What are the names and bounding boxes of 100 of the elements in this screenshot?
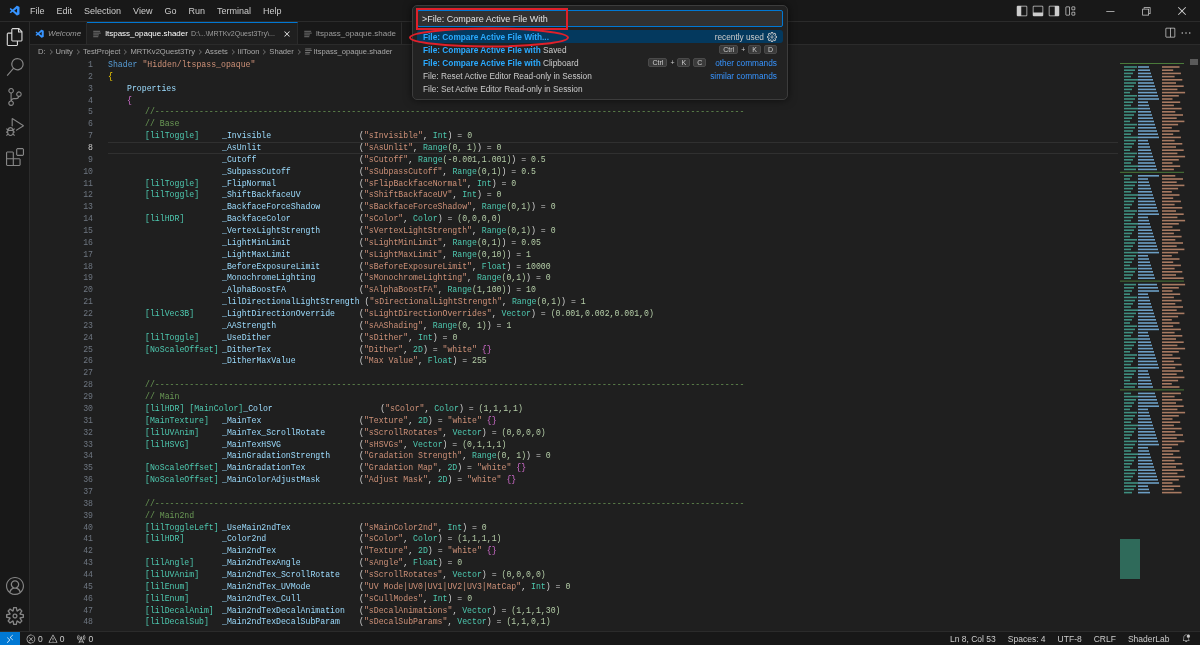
status-item[interactable]: ShaderLab [1121, 633, 1176, 644]
code-line: _lilDirectionalLightStrength ("sDirectionalLightStrength", Range(0,1)) = 1 [221, 296, 586, 309]
menu-item[interactable]: Help [256, 3, 288, 18]
code-line: Shader "Hidden/ltspass_opaque" [108, 59, 256, 71]
code-line: // Main [144, 391, 180, 403]
code-line: Properties [126, 82, 177, 95]
line-number: 33 [82, 438, 93, 451]
line-number: 7 [87, 130, 93, 142]
code-line: //------------------------------------------------------------------------------------------------------------------------ [144, 106, 745, 119]
code-line: _DitherMaxValue ("Max Value", Float) = 255 [221, 355, 487, 368]
line-number: 40 [82, 521, 93, 534]
menu-item[interactable]: Terminal [210, 3, 257, 18]
tab-label: ltspass_opaque.shade [315, 29, 397, 38]
status-item[interactable]: CRLF [1087, 633, 1122, 644]
warning-count[interactable]: 0 [59, 633, 65, 644]
line-number: 19 [82, 272, 93, 285]
code-line: { [126, 94, 132, 107]
line-number: 35 [82, 462, 93, 475]
code-line: [MainTexture] _MainTex ("Texture", 2D) = "white" {} [144, 414, 497, 427]
vscode-icon [35, 28, 45, 39]
line-number: 24 [82, 331, 93, 344]
run-debug-icon[interactable] [5, 118, 24, 136]
line-number: 16 [82, 236, 93, 249]
code-line: _AlphaBoostFA ("sAlphaBoostFA", Range(1,100)) = 10 [221, 284, 536, 297]
scrollbar-thumb[interactable] [1190, 59, 1198, 65]
account-icon[interactable] [5, 577, 24, 595]
code-line: [lilAngle] _Main2ndTexAngle ("sAngle", Float) = 0 [144, 557, 463, 569]
current-code-line: _AsUnlit ("sAsUnlit", Range(0, 1)) = 0 [108, 142, 1118, 154]
code-line: _VertexLightStrength ("sVertexLightStrength", Range(0,1)) = 0 [221, 225, 556, 237]
line-number: 20 [82, 284, 93, 297]
command-link[interactable]: other commands [715, 57, 777, 68]
line-number: 21 [82, 296, 93, 309]
code-line: [lilHDR] _Color2nd ("sColor", Color) = (1,1,1,1) [144, 533, 502, 546]
line-number: 4 [87, 94, 93, 107]
line-number: 44 [82, 568, 93, 581]
code-line: [lilToggle] _UseDither ("sDither", Int) = 0 [144, 331, 458, 344]
code-line: _LightMinLimit ("sLightMinLimit", Range(0,1)) = 0.05 [221, 236, 541, 249]
line-number: 10 [82, 165, 93, 178]
code-line: // Main2nd [144, 509, 195, 522]
code-line: [NoScaleOffset] _MainGradationTex ("Gradation Map", 2D) = "white" {} [144, 462, 527, 475]
line-number: 41 [82, 533, 93, 546]
code-line: _BeforeExposureLimit ("sBeforeExposureLimit", Float) = 10000 [221, 260, 551, 273]
source-control-icon[interactable] [5, 88, 24, 106]
code-line: _BackfaceForceShadow ("sBackfaceForceShadow", Range(0,1)) = 0 [221, 201, 556, 214]
error-count[interactable]: 0 [38, 633, 43, 644]
status-item[interactable]: Ln 8, Col 53 [943, 633, 1002, 644]
line-number: 28 [82, 379, 93, 392]
line-number: 30 [82, 402, 93, 415]
line-number: 27 [82, 367, 93, 380]
line-number: 5 [87, 106, 93, 119]
settings-icon[interactable] [5, 607, 24, 625]
line-number: 38 [82, 497, 93, 510]
command-item[interactable]: File: Compare Active File With... recently used [417, 30, 783, 43]
menu-item[interactable]: Run [182, 3, 211, 18]
menu-item[interactable]: Selection [78, 3, 128, 18]
menu-item[interactable]: Edit [50, 3, 79, 18]
ports-count[interactable]: 0 [88, 633, 94, 644]
line-number: 18 [82, 260, 93, 273]
status-item[interactable]: UTF-8 [1051, 633, 1088, 644]
command-link[interactable]: similar commands [710, 70, 777, 81]
tab-label: ltspass_opaque.shader [105, 29, 188, 38]
code-line: { [108, 70, 113, 83]
warning-icon[interactable] [47, 633, 58, 644]
code-line: _LightMaxLimit ("sLightMaxLimit", Range(0,10)) = 1 [221, 248, 531, 261]
radio-tower-icon[interactable] [76, 633, 87, 644]
code-line: _Cutoff ("sCutoff", Range(-0.001,1.001)) = 0.5 [221, 153, 546, 166]
command-item[interactable]: File: Reset Active Editor Read-only in Session similar commands [417, 69, 783, 82]
code-line: [lilEnum] _Main2ndTex_Cull ("sCullModes", Int) = 0 [144, 592, 473, 605]
line-number: 26 [82, 355, 93, 368]
error-icon[interactable] [26, 633, 36, 644]
menu-item[interactable]: View [127, 3, 159, 18]
code-line: [lilUVAnim] _Main2ndTex_ScrollRotate ("sScrollRotates", Vector) = (0,0,0,0) [144, 568, 546, 581]
menu-item[interactable]: Go [158, 3, 183, 18]
menu-item[interactable]: File [24, 3, 51, 18]
command-item[interactable]: File: Set Active Editor Read-only in Session [417, 82, 783, 95]
line-number: 14 [82, 213, 93, 226]
code-line: _AAStrength ("sAAShading", Range(0, 1)) = 1 [221, 319, 512, 332]
line-number: 42 [82, 545, 93, 558]
code-line: [lilHDR] [MainColor]_Color ("sColor", Color) = (1,1,1,1) [144, 402, 523, 415]
line-number: 6 [87, 118, 93, 131]
line-number: 32 [82, 426, 93, 439]
line-number: 1 [87, 59, 93, 71]
code-line: // Base [144, 118, 180, 131]
line-number: 9 [87, 153, 93, 166]
gear-icon[interactable] [767, 31, 777, 42]
status-item[interactable]: Spaces: 4 [1001, 633, 1052, 644]
line-number: 12 [82, 189, 93, 202]
line-number: 34 [82, 450, 93, 463]
line-number: 47 [82, 604, 93, 617]
search-icon[interactable] [5, 58, 24, 76]
extensions-icon[interactable] [5, 148, 24, 166]
code-line: _MonochromeLighting ("sMonochromeLighting", Range(0,1)) = 0 [221, 272, 551, 285]
line-number: 29 [82, 391, 93, 403]
code-line: [lilUVAnim] _MainTex_ScrollRotate ("sScrollRotates", Vector) = (0,0,0,0) [144, 426, 546, 439]
close-icon[interactable] [281, 28, 292, 39]
explorer-icon[interactable] [5, 28, 24, 46]
tab-label: Welcome [48, 29, 82, 38]
code-line: [lilEnum] _Main2ndTex_UVMode ("UV Mode|UV0|UV1|UV2|UV3|MatCap", Int) = 0 [144, 580, 571, 593]
line-number: 17 [82, 248, 93, 261]
command-input[interactable]: >File: Compare Active File With [417, 10, 783, 27]
